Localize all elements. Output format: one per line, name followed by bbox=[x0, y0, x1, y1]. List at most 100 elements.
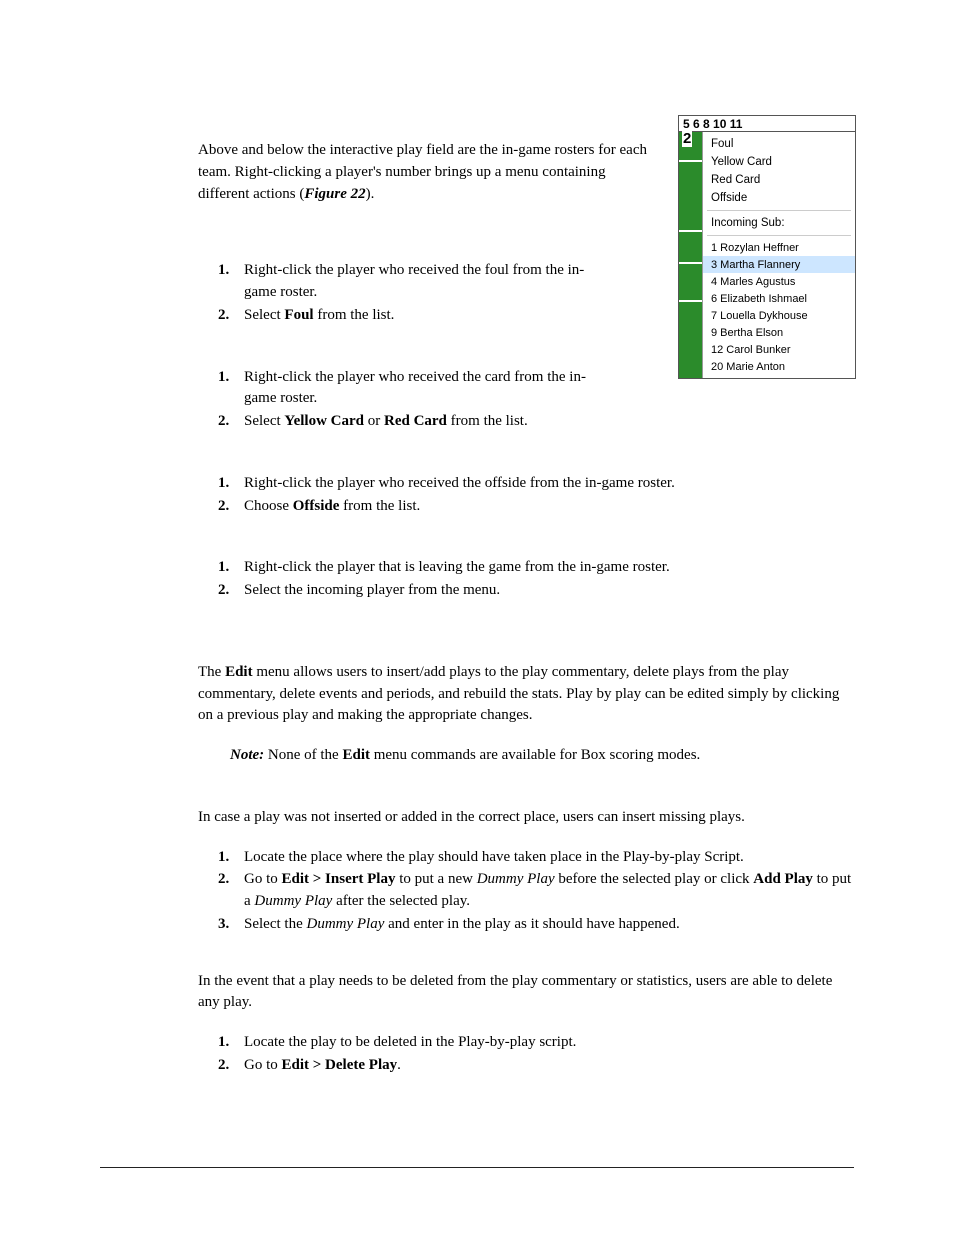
italic-text: Dummy Play bbox=[306, 916, 384, 932]
intro-text: Above and below the interactive play fie… bbox=[198, 142, 647, 202]
menu-item-yellow-card[interactable]: Yellow Card bbox=[703, 153, 855, 171]
text: or bbox=[364, 413, 384, 429]
offside-steps: 1. Right-click the player who received t… bbox=[218, 473, 854, 518]
list-item: 1. Right-click the player who received t… bbox=[218, 473, 854, 495]
text: to put a new bbox=[395, 871, 476, 887]
list-number: 1. bbox=[218, 847, 244, 869]
text: menu allows users to insert/add plays to… bbox=[198, 664, 839, 724]
list-text: Go to Edit > Insert Play to put a new Du… bbox=[244, 869, 854, 913]
intro-paragraph: Above and below the interactive play fie… bbox=[198, 140, 654, 205]
insert-steps: 1. Locate the place where the play shoul… bbox=[218, 847, 854, 936]
menu-header-incoming-sub: Incoming Sub: bbox=[703, 214, 855, 232]
note-paragraph: Note: None of the Edit menu commands are… bbox=[230, 745, 854, 767]
list-number: 3. bbox=[218, 914, 244, 936]
sub-player-9[interactable]: 9 Bertha Elson bbox=[703, 324, 855, 341]
text: None of the bbox=[264, 747, 342, 763]
text: Go to bbox=[244, 871, 282, 887]
document-page: 5 6 8 10 11 2 Foul Yellow Card Red Card … bbox=[0, 0, 954, 1235]
delete-intro-paragraph: In the event that a play needs to be del… bbox=[198, 971, 854, 1015]
list-text: Select the Dummy Play and enter in the p… bbox=[244, 914, 854, 936]
context-menu: Foul Yellow Card Red Card Offside Incomi… bbox=[702, 132, 855, 378]
list-text: Choose Offside from the list. bbox=[244, 496, 854, 518]
bold-text: Edit bbox=[225, 664, 253, 680]
text: Choose bbox=[244, 498, 293, 514]
list-item: 1. Locate the play to be deleted in the … bbox=[218, 1032, 854, 1054]
sub-player-7[interactable]: 7 Louella Dykhouse bbox=[703, 307, 855, 324]
bold-text: Red Card bbox=[384, 413, 447, 429]
list-number: 2. bbox=[218, 869, 244, 913]
list-text: Select Yellow Card or Red Card from the … bbox=[244, 411, 854, 433]
text: Select bbox=[244, 307, 284, 323]
context-menu-figure: 5 6 8 10 11 2 Foul Yellow Card Red Card … bbox=[678, 115, 856, 379]
menu-separator bbox=[707, 235, 851, 236]
list-item: 2. Select the incoming player from the m… bbox=[218, 580, 854, 602]
list-number: 2. bbox=[218, 411, 244, 433]
list-number: 1. bbox=[218, 260, 244, 304]
list-text: Locate the place where the play should h… bbox=[244, 847, 854, 869]
substitution-steps: 1. Right-click the player that is leavin… bbox=[218, 557, 854, 602]
figure-reference: Figure 22 bbox=[304, 186, 365, 202]
field-strip: 2 bbox=[679, 132, 702, 378]
bold-text: Add Play bbox=[753, 871, 813, 887]
menu-item-offside[interactable]: Offside bbox=[703, 189, 855, 207]
text: Select bbox=[244, 413, 284, 429]
list-item: 2. Go to Edit > Delete Play. bbox=[218, 1055, 854, 1077]
sub-player-12[interactable]: 12 Carol Bunker bbox=[703, 341, 855, 358]
menu-item-red-card[interactable]: Red Card bbox=[703, 171, 855, 189]
list-item: 3. Select the Dummy Play and enter in th… bbox=[218, 914, 854, 936]
list-number: 2. bbox=[218, 305, 244, 327]
menu-item-foul[interactable]: Foul bbox=[703, 135, 855, 153]
italic-text: Dummy Play bbox=[477, 871, 555, 887]
sub-player-1[interactable]: 1 Rozylan Heffner bbox=[703, 239, 855, 256]
intro-text-end: ). bbox=[366, 186, 375, 202]
list-text: Select the incoming player from the menu… bbox=[244, 580, 854, 602]
bold-text: Offside bbox=[293, 498, 340, 514]
list-item: 1. Right-click the player that is leavin… bbox=[218, 557, 854, 579]
list-item: 2. Choose Offside from the list. bbox=[218, 496, 854, 518]
bold-text: Edit bbox=[342, 747, 370, 763]
list-number: 1. bbox=[218, 473, 244, 495]
figure-body: 2 Foul Yellow Card Red Card Offside Inco… bbox=[678, 131, 856, 379]
list-item: 2. Select Yellow Card or Red Card from t… bbox=[218, 411, 854, 433]
bold-text: Edit > Insert Play bbox=[282, 871, 396, 887]
text: from the list. bbox=[447, 413, 528, 429]
text: and enter in the play as it should have … bbox=[384, 916, 679, 932]
edit-intro-paragraph: The Edit menu allows users to insert/add… bbox=[198, 662, 854, 727]
list-item: 1. Locate the place where the play shoul… bbox=[218, 847, 854, 869]
text: from the list. bbox=[339, 498, 420, 514]
list-number: 2. bbox=[218, 1055, 244, 1077]
insert-intro-paragraph: In case a play was not inserted or added… bbox=[198, 807, 854, 829]
italic-text: Dummy Play bbox=[254, 893, 332, 909]
list-text: Right-click the player who received the … bbox=[244, 473, 854, 495]
list-text: Locate the play to be deleted in the Pla… bbox=[244, 1032, 854, 1054]
text: . bbox=[397, 1057, 401, 1073]
text: Select the bbox=[244, 916, 306, 932]
list-text: Go to Edit > Delete Play. bbox=[244, 1055, 854, 1077]
list-number: 2. bbox=[218, 580, 244, 602]
text: menu commands are available for Box scor… bbox=[370, 747, 700, 763]
list-number: 1. bbox=[218, 557, 244, 579]
note-label: Note: bbox=[230, 747, 264, 763]
bold-text: Foul bbox=[284, 307, 313, 323]
bold-text: Yellow Card bbox=[284, 413, 364, 429]
footer-rule bbox=[100, 1167, 854, 1168]
delete-steps: 1. Locate the play to be deleted in the … bbox=[218, 1032, 854, 1077]
list-text: Right-click the player that is leaving t… bbox=[244, 557, 854, 579]
roster-number-row: 5 6 8 10 11 bbox=[678, 115, 856, 131]
text: Go to bbox=[244, 1057, 282, 1073]
text: from the list. bbox=[314, 307, 395, 323]
player-number-2: 2 bbox=[682, 130, 692, 147]
bold-text: Edit > Delete Play bbox=[282, 1057, 398, 1073]
sub-player-6[interactable]: 6 Elizabeth Ishmael bbox=[703, 290, 855, 307]
sub-player-20[interactable]: 20 Marie Anton bbox=[703, 358, 855, 375]
text: The bbox=[198, 664, 225, 680]
list-number: 1. bbox=[218, 1032, 244, 1054]
list-number: 1. bbox=[218, 367, 244, 411]
menu-separator bbox=[707, 210, 851, 211]
list-number: 2. bbox=[218, 496, 244, 518]
text: before the selected play or click bbox=[555, 871, 754, 887]
list-item: 2. Go to Edit > Insert Play to put a new… bbox=[218, 869, 854, 913]
sub-player-3[interactable]: 3 Martha Flannery bbox=[703, 256, 855, 273]
sub-player-4[interactable]: 4 Marles Agustus bbox=[703, 273, 855, 290]
text: after the selected play. bbox=[332, 893, 470, 909]
